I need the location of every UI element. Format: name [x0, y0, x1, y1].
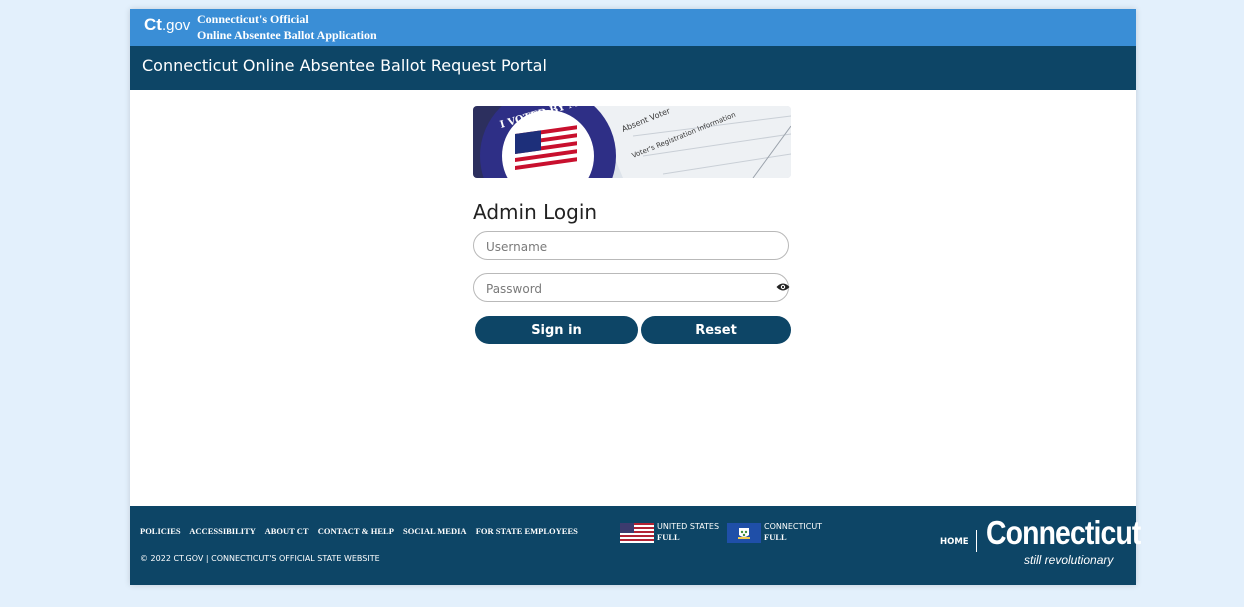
- footer-link-contact-help[interactable]: CONTACT & HELP: [318, 526, 394, 536]
- portal-title-bar: Connecticut Online Absentee Ballot Reque…: [130, 46, 1136, 90]
- app-frame: Ct.gov Connecticut's Official Online Abs…: [130, 9, 1141, 585]
- ct-gov-logo[interactable]: Ct.gov: [144, 15, 190, 35]
- username-field[interactable]: [473, 231, 789, 261]
- tagline: still revolutionary: [1024, 553, 1114, 567]
- official-line-2: Online Absentee Ballot Application: [197, 28, 377, 42]
- footer-link-state-employees[interactable]: FOR STATE EMPLOYEES: [476, 526, 578, 536]
- footer: POLICIES ACCESSIBILITY ABOUT CT CONTACT …: [130, 506, 1141, 585]
- password-field[interactable]: [473, 273, 790, 303]
- official-title: Connecticut's Official Online Absentee B…: [197, 11, 377, 43]
- portal-title: Connecticut Online Absentee Ballot Reque…: [142, 56, 547, 75]
- vote-by-mail-banner: Absent Voter Voter's Registration Inform…: [473, 106, 791, 178]
- footer-link-social-media[interactable]: SOCIAL MEDIA: [403, 526, 467, 536]
- footer-link-accessibility[interactable]: ACCESSIBILITY: [189, 526, 256, 536]
- ct-flag-label: CONNECTICUT: [764, 522, 823, 531]
- home-link[interactable]: HOME: [940, 537, 969, 547]
- copyright: © 2022 CT.GOV | CONNECTICUT'S OFFICIAL S…: [140, 554, 380, 563]
- ct-flag-status[interactable]: CONNECTICUT FULL: [764, 522, 822, 543]
- logo-ct-text: Ct: [144, 15, 162, 34]
- reset-button[interactable]: Reset: [641, 316, 791, 344]
- us-flag-full: FULL: [657, 532, 680, 542]
- top-bar: Ct.gov Connecticut's Official Online Abs…: [130, 9, 1136, 46]
- username-input[interactable]: [484, 232, 768, 261]
- us-flag-status[interactable]: UNITED STATES FULL: [657, 522, 719, 543]
- footer-nav: POLICIES ACCESSIBILITY ABOUT CT CONTACT …: [140, 526, 585, 536]
- login-title: Admin Login: [473, 200, 598, 224]
- banner-image: Absent Voter Voter's Registration Inform…: [473, 106, 791, 178]
- footer-divider: [976, 530, 977, 552]
- footer-link-policies[interactable]: POLICIES: [140, 526, 181, 536]
- official-line-1: Connecticut's Official: [197, 12, 309, 26]
- eye-icon[interactable]: [776, 282, 790, 292]
- ct-flag-full: FULL: [764, 532, 787, 542]
- connecticut-logo[interactable]: Connecticut: [986, 516, 1141, 549]
- password-input[interactable]: [484, 274, 768, 303]
- footer-link-about-ct[interactable]: ABOUT CT: [265, 526, 309, 536]
- logo-gov-text: .gov: [161, 17, 191, 34]
- us-flag-label: UNITED STATES: [657, 522, 720, 531]
- ct-flag-icon: [727, 523, 761, 543]
- us-flag-icon: [620, 523, 654, 543]
- sign-in-button[interactable]: Sign in: [475, 316, 638, 344]
